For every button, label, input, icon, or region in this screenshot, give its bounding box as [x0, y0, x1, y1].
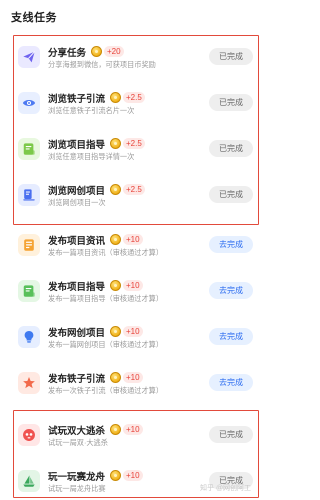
- coin-icon: [110, 423, 121, 435]
- task-row: 浏览项目指导 +2.5 浏览任意项目指导详情一次 已完成: [14, 132, 258, 174]
- completed-button[interactable]: 已完成: [209, 48, 253, 65]
- reward-value: +2.5: [123, 183, 145, 195]
- task-row: 发布项目指导 +10 发布一篇项目指导（审核通过才算） 去完成: [14, 274, 258, 316]
- task-row: 发布网创项目 +10 发布一篇网创项目（审核通过才算） 去完成: [14, 320, 258, 362]
- coin-icon: [110, 325, 121, 337]
- task-title: 发布铁子引流: [48, 374, 106, 385]
- reward-badge: +20: [91, 45, 124, 57]
- reward-badge: +2.5: [110, 91, 145, 103]
- task-title: 发布项目指导: [48, 282, 106, 293]
- skull-icon: [18, 424, 40, 446]
- project-book-icon: [18, 184, 40, 206]
- task-description: 发布一篇项目资讯（审核通过才算）: [48, 248, 164, 257]
- task-title: 浏览网创项目: [48, 186, 106, 197]
- guide-icon: [18, 138, 40, 160]
- task-row: 分享任务 +20 分享海报到微信，可获项目币奖励 已完成: [14, 40, 258, 82]
- reward-value: +2.5: [123, 137, 145, 149]
- reward-badge: +2.5: [110, 137, 145, 149]
- task-row: 浏览铁子引流 +2.5 浏览任意铁子引流名片一次 已完成: [14, 86, 258, 128]
- completed-button[interactable]: 已完成: [209, 186, 253, 203]
- reward-value: +10: [123, 423, 143, 435]
- task-description: 发布一次铁子引流（审核通过才算）: [48, 386, 164, 395]
- reward-badge: +10: [110, 371, 143, 383]
- reward-badge: +2.5: [110, 183, 145, 195]
- section-title: 支线任务: [11, 12, 57, 24]
- reward-value: +10: [123, 279, 143, 291]
- reward-badge: +10: [110, 325, 143, 337]
- coin-icon: [110, 233, 121, 245]
- reward-value: +10: [123, 325, 143, 337]
- reward-badge: +10: [110, 469, 143, 481]
- star-icon: [18, 372, 40, 394]
- task-title: 玩一玩赛龙舟: [48, 472, 106, 483]
- reward-badge: +10: [110, 279, 143, 291]
- reward-value: +10: [123, 233, 143, 245]
- task-description: 发布一篇网创项目（审核通过才算）: [48, 340, 164, 349]
- go-complete-button[interactable]: 去完成: [209, 282, 253, 299]
- task-row: 发布项目资讯 +10 发布一篇项目资讯（审核通过才算） 去完成: [14, 228, 258, 270]
- coin-icon: [110, 371, 121, 383]
- eye-icon: [18, 92, 40, 114]
- watermark: 知乎 @网创阿工: [200, 485, 252, 492]
- task-title: 分享任务: [48, 48, 87, 59]
- coin-icon: [110, 137, 121, 149]
- task-description: 试玩一局龙舟比赛: [48, 484, 106, 493]
- task-description: 发布一篇项目指导（审核通过才算）: [48, 294, 164, 303]
- task-description: 浏览任意项目指导详情一次: [48, 152, 135, 161]
- task-description: 试玩一局双·大逃杀: [48, 438, 108, 447]
- coin-icon: [91, 45, 102, 57]
- task-row: 试玩双大逃杀 +10 试玩一局双·大逃杀 已完成: [14, 418, 258, 460]
- task-title: 试玩双大逃杀: [48, 426, 106, 437]
- go-complete-button[interactable]: 去完成: [209, 236, 253, 253]
- task-description: 浏览网创项目一次: [48, 198, 106, 207]
- sailboat-icon: [18, 470, 40, 492]
- bulb-icon: [18, 326, 40, 348]
- completed-button[interactable]: 已完成: [209, 426, 253, 443]
- coin-icon: [110, 183, 121, 195]
- news-icon: [18, 234, 40, 256]
- go-complete-button[interactable]: 去完成: [209, 374, 253, 391]
- reward-value: +2.5: [123, 91, 145, 103]
- send-icon: [18, 46, 40, 68]
- task-title: 发布网创项目: [48, 328, 106, 339]
- task-title: 发布项目资讯: [48, 236, 106, 247]
- task-row: 玩一玩赛龙舟 +10 试玩一局龙舟比赛 已完成: [14, 464, 258, 500]
- reward-badge: +10: [110, 423, 143, 435]
- task-title: 浏览铁子引流: [48, 94, 106, 105]
- coin-icon: [110, 469, 121, 481]
- completed-button[interactable]: 已完成: [209, 94, 253, 111]
- task-description: 浏览任意铁子引流名片一次: [48, 106, 135, 115]
- reward-badge: +10: [110, 233, 143, 245]
- reward-value: +10: [123, 469, 143, 481]
- reward-value: +20: [104, 45, 124, 57]
- task-row: 发布铁子引流 +10 发布一次铁子引流（审核通过才算） 去完成: [14, 366, 258, 408]
- task-description: 分享海报到微信，可获项目币奖励: [48, 60, 156, 69]
- task-title: 浏览项目指导: [48, 140, 106, 151]
- completed-button[interactable]: 已完成: [209, 140, 253, 157]
- reward-value: +10: [123, 371, 143, 383]
- guide-icon: [18, 280, 40, 302]
- coin-icon: [110, 279, 121, 291]
- task-row: 浏览网创项目 +2.5 浏览网创项目一次 已完成: [14, 178, 258, 220]
- coin-icon: [110, 91, 121, 103]
- go-complete-button[interactable]: 去完成: [209, 328, 253, 345]
